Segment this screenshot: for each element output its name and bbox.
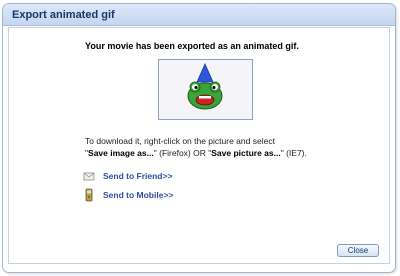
instructions-mid: (Firefox) OR " xyxy=(156,148,212,158)
close-button[interactable]: Close xyxy=(337,244,379,257)
dialog-content: Your movie has been exported as an anima… xyxy=(8,27,390,264)
send-to-mobile-row[interactable]: Send to Mobile>> xyxy=(83,188,173,202)
mobile-phone-icon xyxy=(83,188,95,202)
ie-option: Save picture as... xyxy=(211,148,281,158)
download-instructions: To download it, right-click on the pictu… xyxy=(85,135,375,159)
instructions-line1: To download it, right-click on the pictu… xyxy=(85,136,275,146)
frog-character-icon xyxy=(187,63,223,110)
export-dialog: Export animated gif Your movie has been … xyxy=(2,3,396,273)
send-to-mobile-link[interactable]: Send to Mobile>> xyxy=(103,190,173,200)
send-to-friend-link[interactable]: Send to Friend>> xyxy=(103,171,172,181)
firefox-option: Save image as... xyxy=(88,148,154,158)
dialog-title: Export animated gif xyxy=(3,4,395,26)
send-to-friend-row[interactable]: Send to Friend>> xyxy=(83,169,172,183)
gif-preview[interactable] xyxy=(158,59,253,120)
envelope-icon xyxy=(83,169,95,183)
instructions-end: " (IE7). xyxy=(280,148,307,158)
export-message: Your movie has been exported as an anima… xyxy=(85,41,299,51)
